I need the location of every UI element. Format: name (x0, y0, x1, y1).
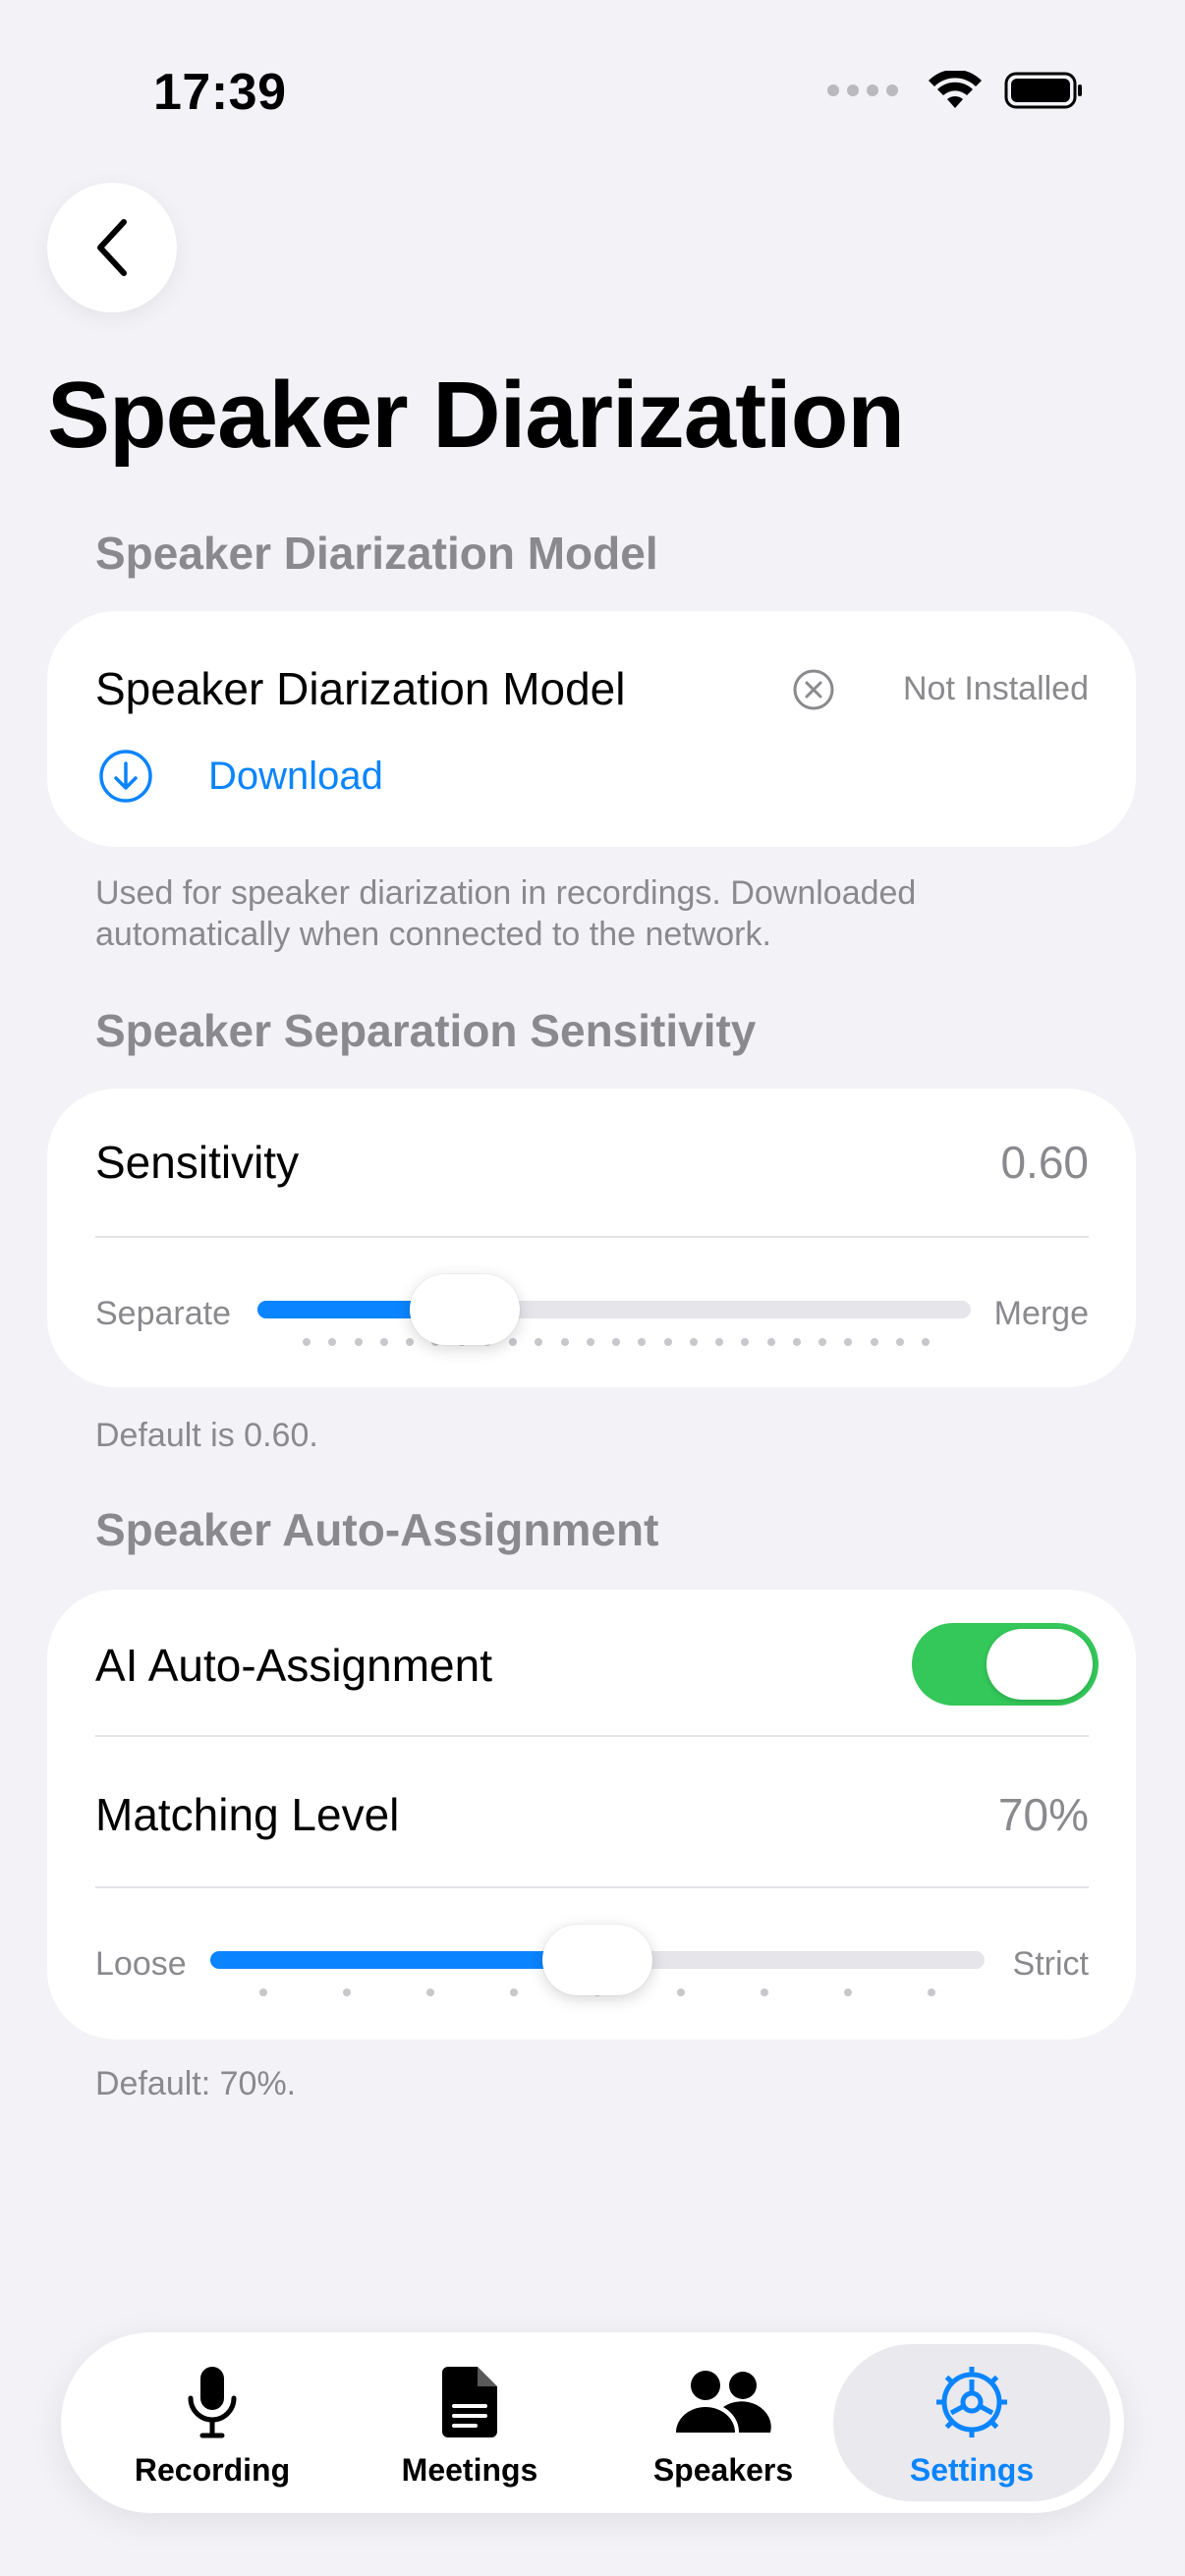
slider-tick (844, 1338, 853, 1346)
tab-settings[interactable]: Settings (833, 2344, 1110, 2501)
slider-tick (715, 1338, 723, 1346)
slider-tick (689, 1338, 698, 1346)
slider-tick (612, 1338, 620, 1346)
battery-icon (1004, 72, 1082, 109)
tab-speakers[interactable]: Speakers (605, 2332, 841, 2513)
sensitivity-footnote: Default is 0.60. (95, 1417, 318, 1454)
slider-max-label: Strict (1012, 1945, 1089, 1983)
sensitivity-label: Sensitivity (95, 1137, 300, 1188)
not-installed-icon (793, 669, 834, 710)
model-label: Speaker Diarization Model (95, 663, 626, 714)
slider-tick (766, 1338, 775, 1346)
slider-tick (259, 1988, 267, 1996)
section-header-assignment: Speaker Auto-Assignment (95, 1504, 659, 1555)
slider-tick (510, 1988, 518, 1996)
slider-tick (895, 1338, 904, 1346)
slider-max-label: Merge (993, 1295, 1089, 1332)
slider-thumb[interactable] (542, 1925, 652, 1995)
assignment-card: AI Auto-Assignment Matching Level 70% Lo… (47, 1590, 1136, 2040)
download-label: Download (208, 755, 383, 798)
tab-label: Settings (909, 2452, 1035, 2488)
page-title: Speaker Diarization (47, 363, 905, 468)
model-status: Not Installed (903, 670, 1089, 707)
slider-tick (560, 1338, 569, 1346)
microphone-icon (188, 2367, 237, 2438)
wifi-icon (929, 71, 982, 108)
back-button[interactable] (47, 183, 177, 312)
matching-level-slider[interactable] (210, 1916, 985, 2004)
divider (95, 1236, 1089, 1238)
document-icon (442, 2367, 497, 2437)
toggle-knob (987, 1629, 1093, 1700)
matching-level-label: Matching Level (95, 1789, 400, 1840)
slider-tick (509, 1338, 517, 1346)
slider-tick (870, 1338, 878, 1346)
sensitivity-value: 0.60 (1000, 1137, 1089, 1188)
slider-min-label: Separate (95, 1295, 231, 1332)
chevron-left-icon (97, 219, 127, 276)
slider-thumb[interactable] (410, 1274, 520, 1345)
slider-tick (426, 1988, 434, 1996)
people-icon (676, 2371, 771, 2433)
tab-recording[interactable]: Recording (94, 2332, 330, 2513)
auto-assignment-toggle[interactable] (912, 1623, 1099, 1706)
slider-tick (741, 1338, 750, 1346)
sensitivity-card: Sensitivity 0.60 Separate Merge (47, 1089, 1136, 1387)
slider-tick (761, 1988, 768, 1996)
cellular-dots-icon (827, 84, 898, 96)
tab-label: Recording (134, 2452, 291, 2488)
slider-tick (818, 1338, 826, 1346)
slider-tick (638, 1338, 647, 1346)
download-button[interactable]: Download (98, 745, 472, 808)
model-footnote: Used for speaker diarization in recordin… (95, 874, 917, 953)
model-card: Speaker Diarization Model Not Installed … (47, 611, 1136, 847)
slider-tick (343, 1988, 351, 1996)
slider-tick (586, 1338, 594, 1346)
download-circle-icon (99, 750, 152, 803)
divider (95, 1735, 1089, 1737)
slider-tick (354, 1338, 363, 1346)
slider-tick (844, 1988, 852, 1996)
slider-tick (663, 1338, 672, 1346)
slider-min-label: Loose (95, 1945, 187, 1983)
settings-speaker-diarization-screen: 17:39 Speaker Diarization Speaker Diariz… (0, 0, 1185, 2576)
slider-tick (677, 1988, 685, 1996)
slider-tick (535, 1338, 543, 1346)
matching-level-value: 70% (997, 1789, 1089, 1840)
status-icons (827, 71, 1083, 110)
slider-tick (379, 1338, 388, 1346)
slider-tick (792, 1338, 801, 1346)
status-time: 17:39 (153, 64, 287, 121)
slider-tick (922, 1338, 930, 1346)
sensitivity-slider[interactable] (257, 1265, 971, 1354)
section-header-model: Speaker Diarization Model (95, 528, 658, 579)
gear-icon (936, 2367, 1007, 2437)
tab-meetings[interactable]: Meetings (352, 2332, 588, 2513)
divider (95, 1886, 1089, 1888)
tab-bar: Recording Meetings Speakers Settings (61, 2332, 1124, 2513)
slider-tick (303, 1338, 310, 1346)
slider-tick (406, 1338, 414, 1346)
auto-assignment-label: AI Auto-Assignment (95, 1640, 492, 1691)
tab-label: Meetings (401, 2452, 538, 2488)
tab-label: Speakers (652, 2452, 794, 2488)
assignment-footnote: Default: 70%. (95, 2065, 297, 2102)
section-header-sensitivity: Speaker Separation Sensitivity (95, 1005, 757, 1056)
slider-tick (928, 1988, 935, 1996)
slider-track (257, 1301, 971, 1318)
slider-tick (328, 1338, 337, 1346)
slider-fill (210, 1951, 597, 1969)
